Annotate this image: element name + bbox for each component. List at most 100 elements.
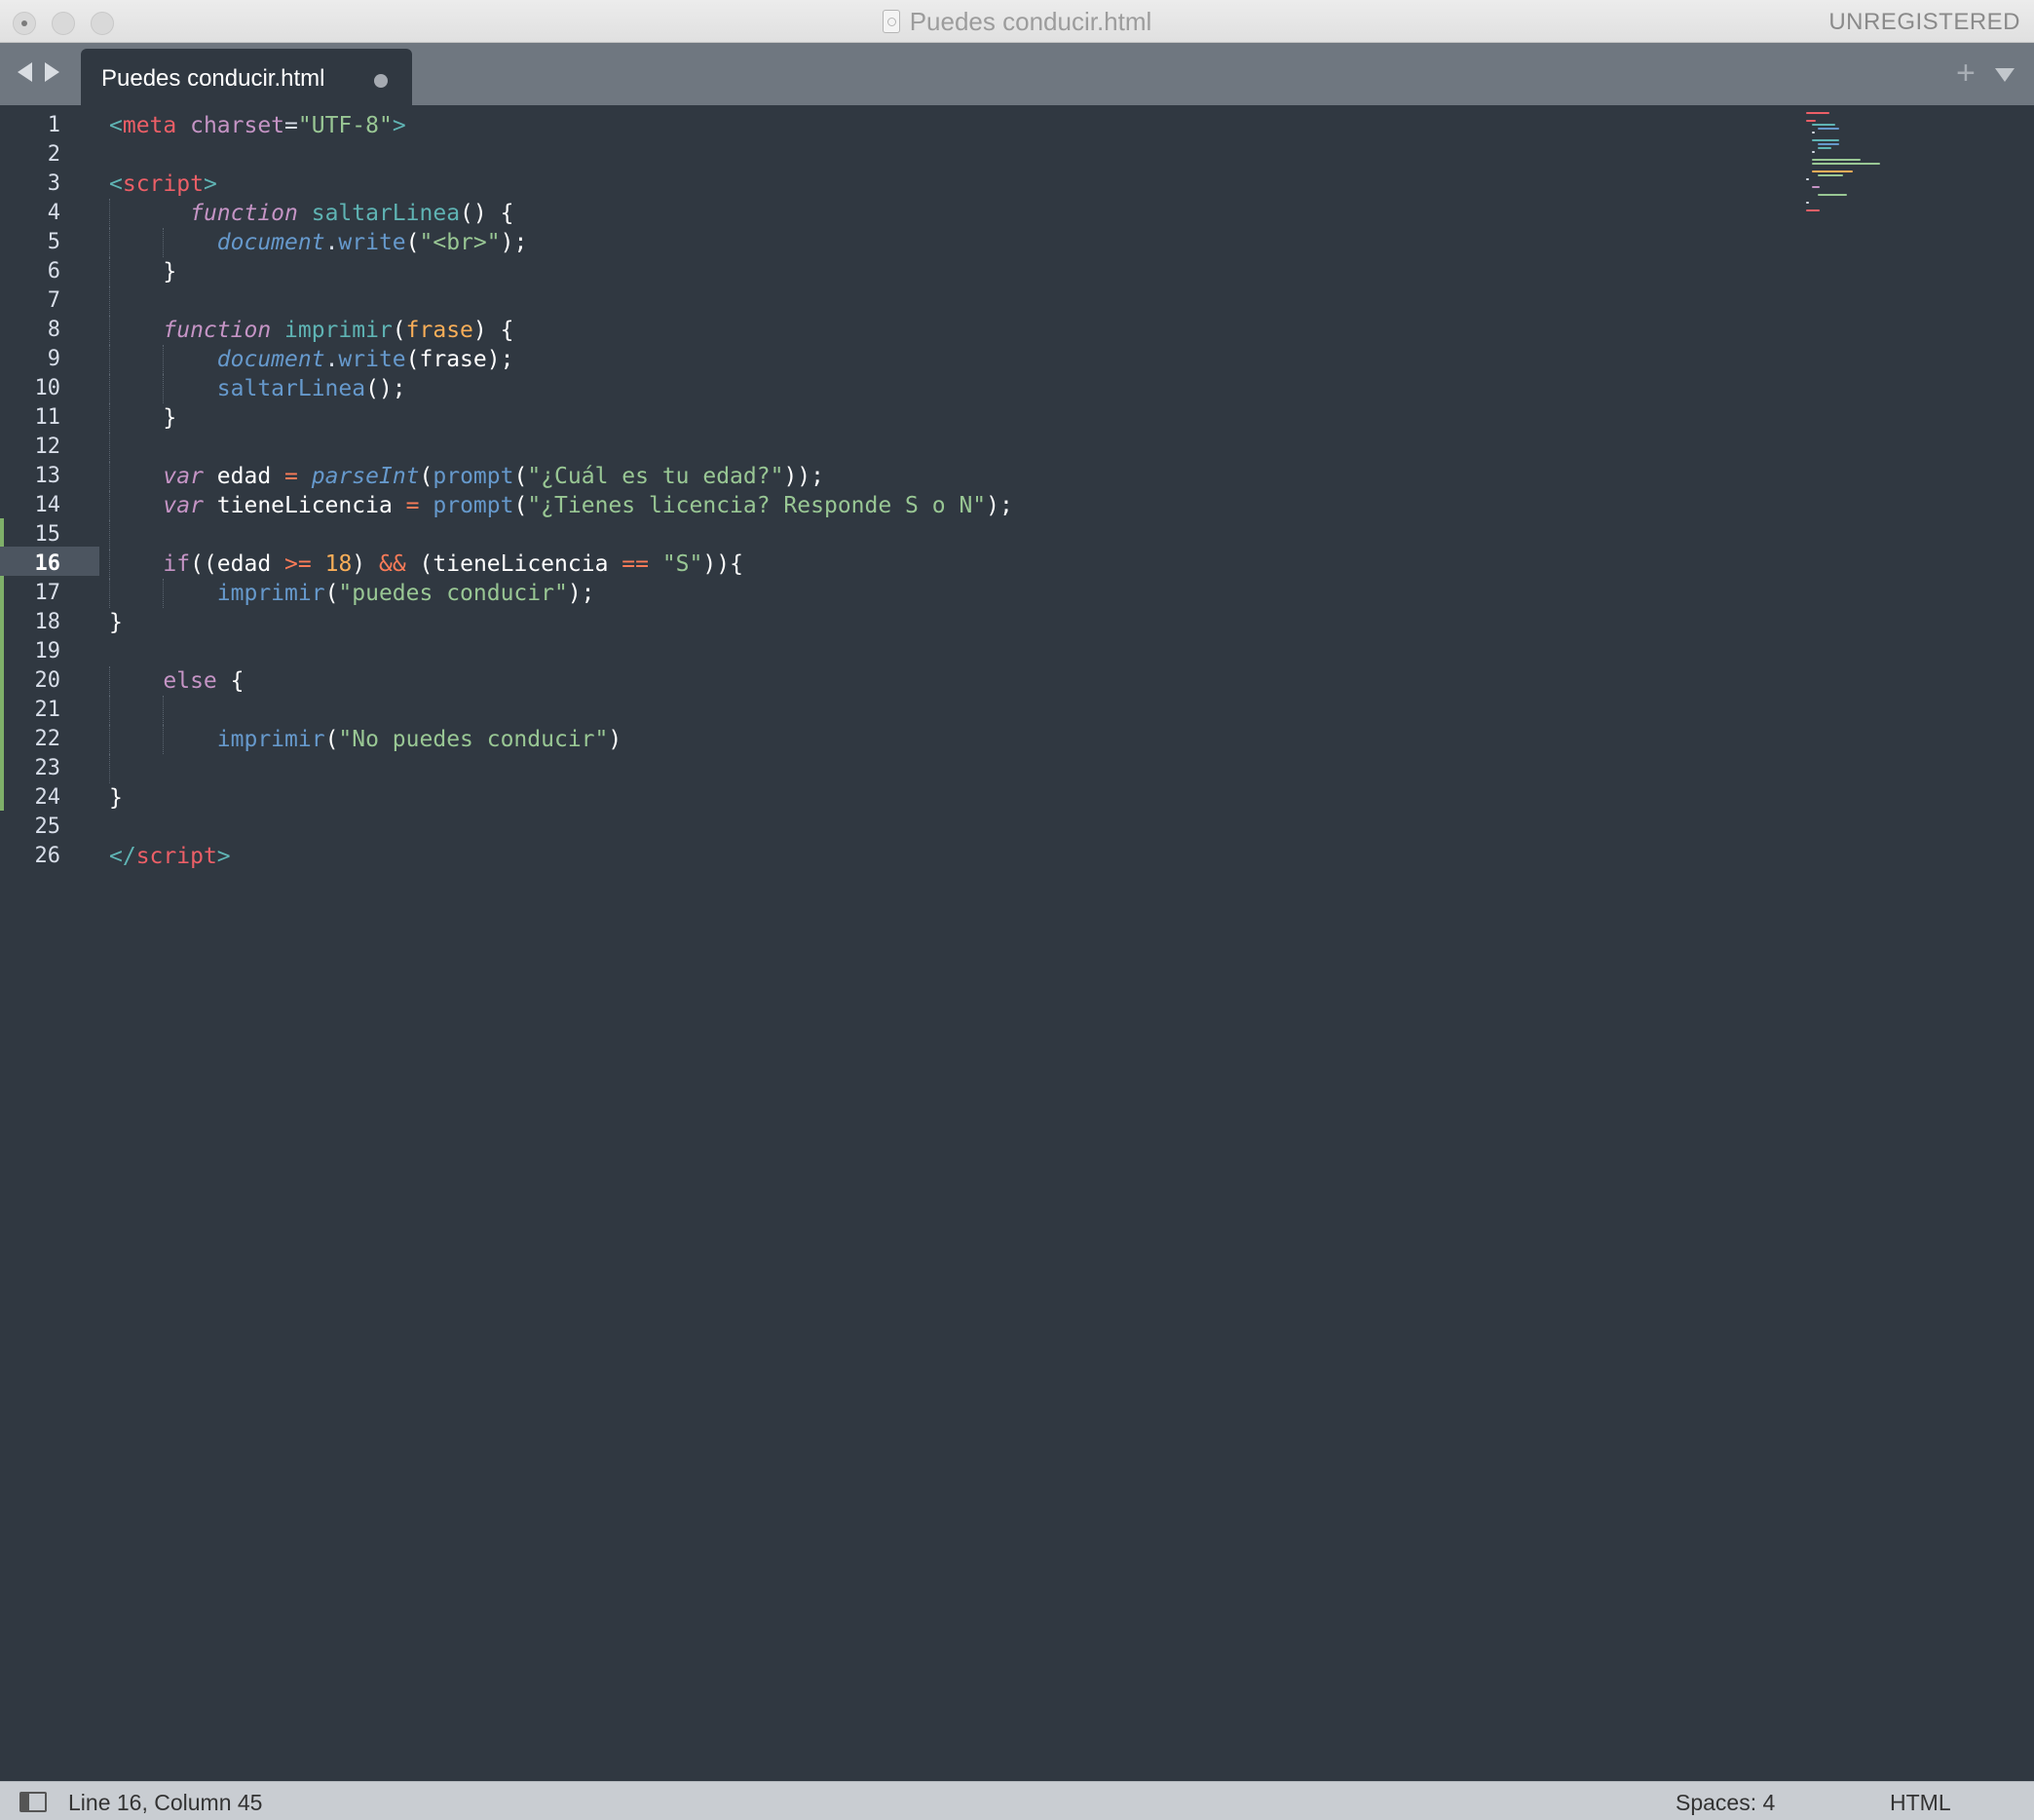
code-line: imprimir("puedes conducir"); [109,579,1765,608]
minimap[interactable] [1804,109,1940,226]
syntax-selector[interactable]: HTML [1890,1790,1951,1816]
indent-guide [109,433,110,462]
indent-guide [109,550,110,579]
line-number: 9 [47,347,60,371]
minimap-line [1812,171,1853,172]
line-number: 22 [34,727,61,751]
indent-guide [109,345,110,374]
navigate-forward-icon[interactable] [45,62,59,82]
indent-guide [163,696,164,725]
code-line: } [109,785,123,811]
line-number: 3 [47,171,60,196]
code-line: document.write(frase); [109,345,1765,374]
minimap-line [1812,163,1880,165]
sidebar-toggle-icon[interactable] [19,1792,47,1812]
line-number: 17 [34,581,61,605]
line-number: 11 [34,405,61,430]
code-line: imprimir("No puedes conducir") [109,725,1765,754]
window-title: Puedes conducir.html [909,6,1152,36]
indent-guide [163,345,164,374]
code-line [109,696,1765,725]
line-number: 2 [47,142,60,167]
code-area[interactable]: <meta charset="UTF-8"> <script> function… [109,111,1765,871]
indent-guide [163,725,164,754]
indentation-selector[interactable]: Spaces: 4 [1676,1790,1775,1816]
line-number: 12 [34,435,61,459]
indent-guide [109,403,110,433]
minimap-line [1806,209,1820,211]
line-number: 8 [47,318,60,342]
code-line: document.write("<br>"); [109,228,1765,257]
code-line: <meta charset="UTF-8"> [109,113,406,138]
indent-guide [109,491,110,520]
code-line: saltarLinea(); [109,374,1765,403]
code-line [109,754,1765,783]
tab-list-dropdown-icon[interactable] [1995,68,2015,82]
indent-guide [163,374,164,403]
license-status: UNREGISTERED [1828,9,2020,35]
window-title-group: Puedes conducir.html [0,0,2034,43]
line-number: 25 [34,815,61,839]
cursor-position: Line 16, Column 45 [68,1790,263,1815]
minimap-line [1818,174,1843,176]
indent-guide [109,199,110,228]
code-line: function imprimir(frase) { [109,316,1765,345]
code-line: } [109,403,1765,433]
indent-guide [163,228,164,257]
minimap-line [1812,186,1820,188]
line-number: 26 [34,844,61,868]
code-line: function saltarLinea() { [109,199,1765,228]
line-number: 15 [34,522,61,547]
tab-label: Puedes conducir.html [101,65,325,92]
navigate-back-icon[interactable] [18,62,32,82]
unsaved-dot-icon[interactable] [374,74,388,88]
line-number: 19 [34,639,61,664]
indent-guide [109,520,110,550]
code-editor[interactable]: 1 2 3 4 5 6 7 8 9 10 11 12 13 14 15 16 1… [0,105,2034,1781]
line-number-current: 16 [34,551,61,576]
new-tab-plus-icon[interactable]: + [1956,57,1976,90]
minimap-line [1806,112,1829,114]
minimap-line [1818,128,1839,130]
tab-puedes-conducir[interactable]: Puedes conducir.html [81,49,412,105]
indent-guide [109,316,110,345]
code-line: else { [109,666,1765,696]
line-number-gutter: 1 2 3 4 5 6 7 8 9 10 11 12 13 14 15 16 1… [0,111,61,871]
code-line [109,520,1765,550]
code-line-current: if((edad >= 18) && (tieneLicencia == "S"… [109,550,1765,579]
line-number: 10 [34,376,61,400]
minimap-line [1812,159,1861,161]
line-number: 21 [34,698,61,722]
code-line [109,286,1765,316]
indent-guide [109,286,110,316]
code-line: </script> [109,844,231,869]
indent-guide [109,579,110,608]
indent-guide [109,754,110,783]
indent-guide [109,725,110,754]
line-number: 4 [47,201,60,225]
line-number: 7 [47,288,60,313]
minimap-line [1812,124,1835,126]
minimap-line [1818,143,1839,145]
line-number: 6 [47,259,60,284]
code-line: var tieneLicencia = prompt("¿Tienes lice… [109,491,1765,520]
indent-guide [109,374,110,403]
line-number: 5 [47,230,60,254]
minimap-line [1806,178,1809,180]
indent-guide [109,228,110,257]
status-bar: Line 16, Column 45 Spaces: 4 HTML [0,1781,2034,1820]
document-icon [882,10,900,33]
minimap-line [1806,120,1816,122]
minimap-line [1806,202,1809,204]
tab-bar: Puedes conducir.html + [0,43,2034,105]
line-number: 1 [47,113,60,137]
line-number: 23 [34,756,61,780]
indent-guide [109,257,110,286]
line-number: 24 [34,785,61,810]
minimap-line [1812,132,1815,133]
minimap-line [1812,139,1839,141]
indent-guide [109,666,110,696]
minimap-line [1812,151,1815,153]
line-number: 13 [34,464,61,488]
